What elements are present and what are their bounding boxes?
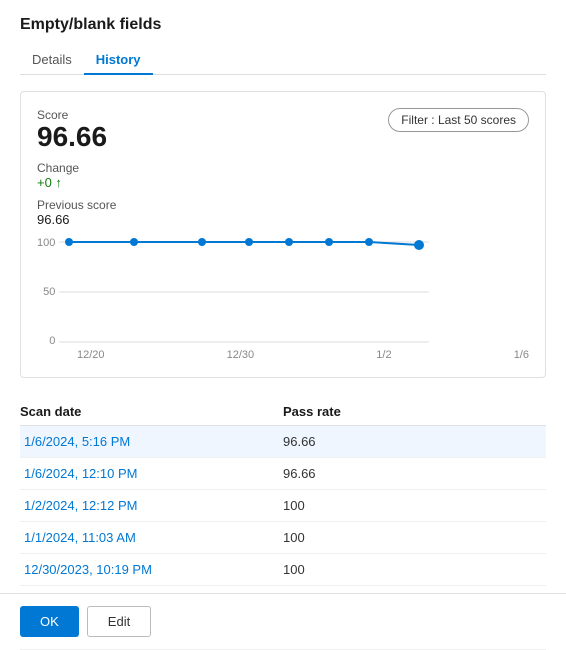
chart-svg <box>59 237 429 347</box>
change-label: Change <box>37 161 147 175</box>
scan-date-cell[interactable]: 1/6/2024, 12:10 PM <box>24 466 283 481</box>
scan-date-cell[interactable]: 1/6/2024, 5:16 PM <box>24 434 283 449</box>
chart-card: Score 96.66 Change +0 ↑ Previous score 9… <box>20 91 546 378</box>
filter-button[interactable]: Filter : Last 50 scores <box>388 108 529 132</box>
score-label: Score <box>37 108 147 122</box>
table-header: Scan date Pass rate <box>20 398 546 426</box>
pass-rate-cell: 100 <box>283 562 542 577</box>
pass-rate-cell: 100 <box>283 498 542 513</box>
x-label-12: 1/2 <box>376 349 391 361</box>
page-title: Empty/blank fields <box>20 16 546 34</box>
tab-history[interactable]: History <box>84 46 153 75</box>
y-label-0: 0 <box>49 335 55 347</box>
tab-bar: Details History <box>20 46 546 75</box>
tab-details[interactable]: Details <box>20 46 84 75</box>
x-axis: 12/20 12/30 1/2 1/6 <box>37 349 529 361</box>
scan-date-cell[interactable]: 12/30/2023, 10:19 PM <box>24 562 283 577</box>
y-label-100: 100 <box>37 237 55 249</box>
y-label-50: 50 <box>43 286 55 298</box>
pass-rate-cell: 96.66 <box>283 434 542 449</box>
pass-rate-cell: 100 <box>283 530 542 545</box>
edit-button[interactable]: Edit <box>87 606 151 637</box>
x-label-1220: 12/20 <box>77 349 105 361</box>
chart-area: 100 50 0 <box>37 237 529 361</box>
scan-date-cell[interactable]: 1/2/2024, 12:12 PM <box>24 498 283 513</box>
footer: OK Edit <box>0 593 566 649</box>
change-value: +0 ↑ <box>37 175 147 190</box>
prev-score-label: Previous score <box>37 198 147 212</box>
x-label-1230: 12/30 <box>227 349 255 361</box>
prev-score-value: 96.66 <box>37 212 147 227</box>
y-axis: 100 50 0 <box>37 237 59 347</box>
table-row: 1/1/2024, 11:03 AM 100 <box>20 522 546 554</box>
table-row: 1/6/2024, 5:16 PM 96.66 <box>20 426 546 458</box>
ok-button[interactable]: OK <box>20 606 79 637</box>
col-scan-date: Scan date <box>20 404 283 419</box>
pass-rate-cell: 96.66 <box>283 466 542 481</box>
table-row: 12/30/2023, 10:19 PM 100 <box>20 554 546 586</box>
score-value: 96.66 <box>37 122 147 153</box>
table-row: 1/2/2024, 12:12 PM 100 <box>20 490 546 522</box>
table-row: 1/6/2024, 12:10 PM 96.66 <box>20 458 546 490</box>
col-pass-rate: Pass rate <box>283 404 546 419</box>
scan-date-cell[interactable]: 1/1/2024, 11:03 AM <box>24 530 283 545</box>
x-label-16: 1/6 <box>514 349 529 361</box>
